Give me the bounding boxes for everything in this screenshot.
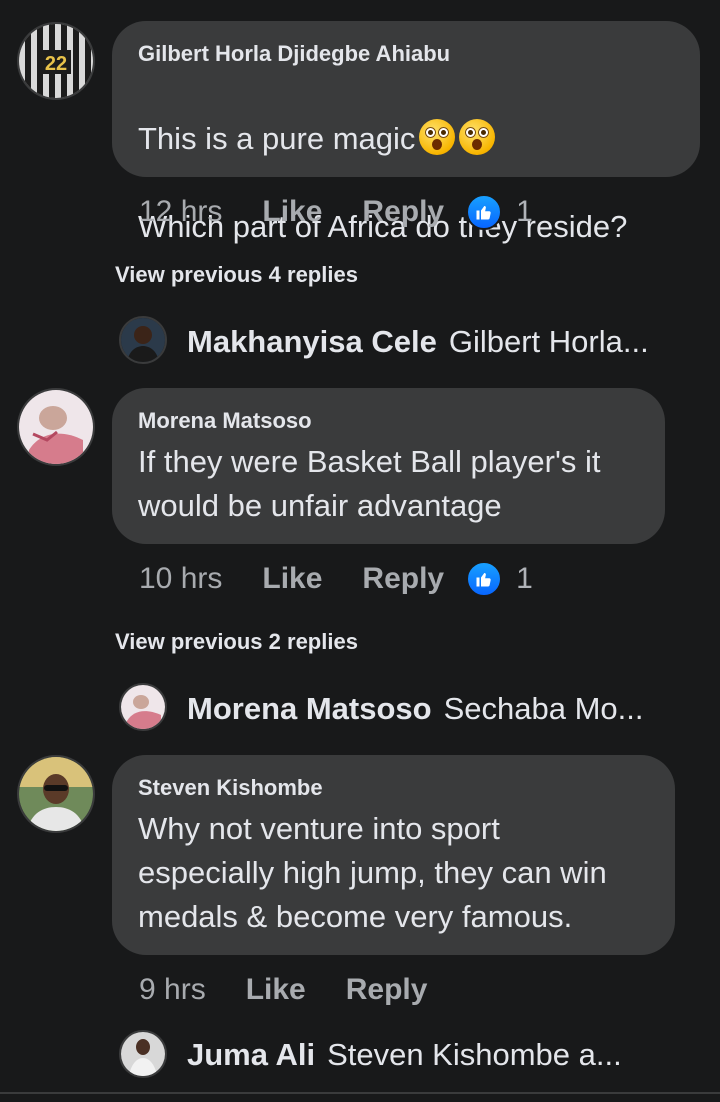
- avatar[interactable]: [119, 1030, 167, 1078]
- avatar[interactable]: [17, 755, 95, 833]
- reply-snippet: Steven Kishombe a...: [327, 1037, 622, 1072]
- like-button[interactable]: Like: [246, 970, 306, 1010]
- reaction-count: 1: [516, 195, 533, 228]
- person-avatar-icon: [19, 390, 93, 464]
- avatar[interactable]: [119, 683, 167, 731]
- comment-author[interactable]: Gilbert Horla Djidegbe Ahiabu: [138, 41, 674, 67]
- person-avatar-icon: [121, 318, 165, 362]
- avatar[interactable]: 22: [17, 22, 95, 100]
- comment-bubble: Gilbert Horla Djidegbe Ahiabu This is a …: [112, 21, 700, 244]
- timestamp[interactable]: 12 hrs: [139, 192, 222, 232]
- reply-preview[interactable]: Juma Ali Steven Kishombe a...: [187, 1035, 622, 1075]
- reply-author[interactable]: Makhanyisa Cele: [187, 324, 437, 359]
- like-reaction-icon: [466, 561, 503, 597]
- reply-author[interactable]: Morena Matsoso: [187, 691, 432, 726]
- reply-snippet: Gilbert Horla...: [448, 324, 649, 359]
- comment-text: Why not venture into sport especially hi…: [138, 811, 607, 934]
- person-avatar-icon: [121, 1032, 165, 1076]
- comment-bubble: Morena Matsoso If they were Basket Ball …: [112, 388, 665, 544]
- avatar[interactable]: [119, 316, 167, 364]
- timestamp[interactable]: 9 hrs: [139, 970, 206, 1010]
- flushed-face-icon: [459, 119, 496, 155]
- reaction-count: 1: [516, 562, 533, 595]
- comment-author[interactable]: Steven Kishombe: [138, 775, 649, 801]
- reaction-summary[interactable]: 1: [466, 192, 533, 232]
- like-button[interactable]: Like: [262, 559, 322, 599]
- flushed-face-icon: [419, 119, 456, 155]
- view-previous-replies[interactable]: View previous 4 replies: [115, 262, 358, 288]
- reaction-summary[interactable]: 1: [466, 559, 533, 599]
- like-reaction-icon: [466, 194, 503, 230]
- comment-author[interactable]: Morena Matsoso: [138, 408, 639, 434]
- reply-preview[interactable]: Makhanyisa Cele Gilbert Horla...: [187, 322, 649, 362]
- divider: [0, 1092, 720, 1094]
- avatar[interactable]: [17, 388, 95, 466]
- like-button[interactable]: Like: [262, 192, 322, 232]
- svg-text:22: 22: [45, 53, 67, 75]
- reply-button[interactable]: Reply: [346, 970, 428, 1010]
- jersey-avatar-icon: 22: [19, 24, 93, 98]
- reply-button[interactable]: Reply: [362, 559, 444, 599]
- view-previous-replies[interactable]: View previous 2 replies: [115, 629, 358, 655]
- comment-meta: 12 hrs Like Reply 1: [139, 192, 533, 232]
- reply-snippet: Sechaba Mo...: [443, 691, 644, 726]
- comment-text-line: This is a pure magic: [138, 121, 416, 156]
- person-avatar-icon: [121, 685, 165, 729]
- reply-author[interactable]: Juma Ali: [187, 1037, 315, 1072]
- reply-button[interactable]: Reply: [362, 192, 444, 232]
- reply-preview[interactable]: Morena Matsoso Sechaba Mo...: [187, 689, 644, 729]
- comment-meta: 9 hrs Like Reply: [139, 970, 427, 1010]
- timestamp[interactable]: 10 hrs: [139, 559, 222, 599]
- person-avatar-icon: [19, 757, 93, 831]
- comment-bubble: Steven Kishombe Why not venture into spo…: [112, 755, 675, 955]
- comment-text: If they were Basket Ball player's it wou…: [138, 444, 601, 523]
- comment-meta: 10 hrs Like Reply 1: [139, 559, 533, 599]
